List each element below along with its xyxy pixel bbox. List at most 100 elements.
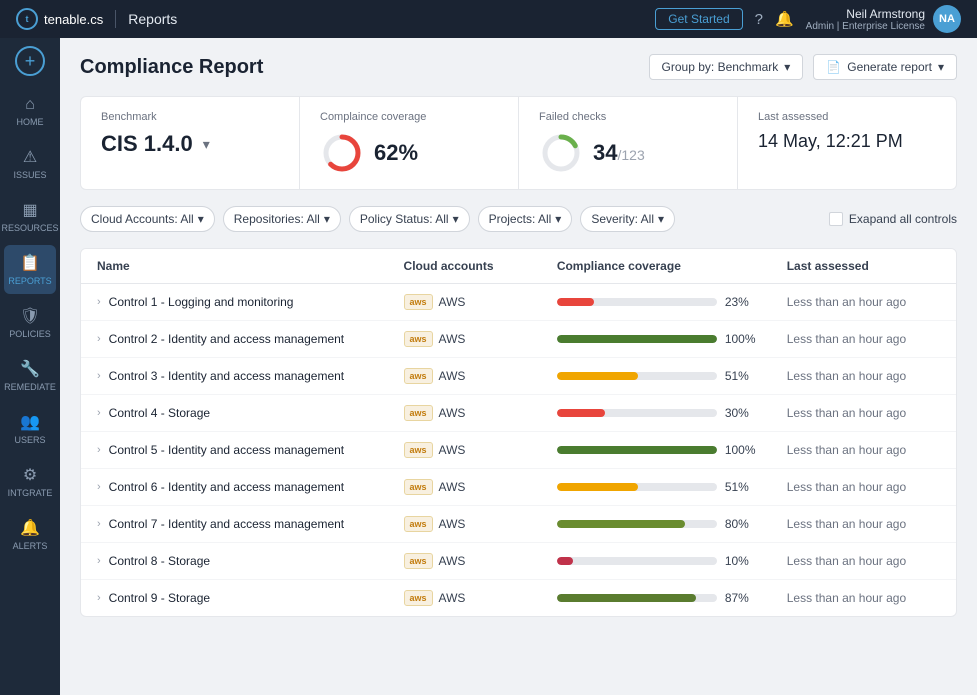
filter-policy-status-label: Policy Status: All xyxy=(360,212,449,226)
top-nav: t tenable.cs Reports Get Started ? 🔔 Nei… xyxy=(0,0,977,38)
chevron-right-icon[interactable]: › xyxy=(97,592,101,604)
table-row: › Control 4 - Storage aws AWS 30% Less t… xyxy=(81,395,956,432)
cloud-name: AWS xyxy=(439,554,466,568)
progress-bar-bg xyxy=(557,298,717,306)
sidebar-add-button[interactable]: + xyxy=(15,46,45,76)
table-row: › Control 1 - Logging and monitoring aws… xyxy=(81,284,956,321)
sidebar-item-issues[interactable]: ⚠ ISSUES xyxy=(4,139,56,188)
progress-bar-bg xyxy=(557,594,717,602)
sidebar-label-reports: REPORTS xyxy=(8,276,51,286)
coverage-pct: 30% xyxy=(725,406,759,420)
filter-cloud-accounts[interactable]: Cloud Accounts: All ▾ xyxy=(80,206,215,232)
sidebar-item-remediate[interactable]: 🔧 REMEDIATE xyxy=(4,351,56,400)
aws-badge: aws xyxy=(404,590,433,606)
row-name-cell: › Control 4 - Storage xyxy=(97,406,404,420)
group-by-button[interactable]: Group by: Benchmark ▾ xyxy=(649,54,804,80)
progress-bar-fill xyxy=(557,557,573,565)
sidebar: + ⌂ HOME ⚠ ISSUES ▦ RESOURCES 📋 REPORTS … xyxy=(0,38,60,695)
expand-checkbox[interactable] xyxy=(829,212,843,226)
cloud-cell: aws AWS xyxy=(404,368,557,384)
main-content: Compliance Report Group by: Benchmark ▾ … xyxy=(60,38,977,695)
coverage-pct: 80% xyxy=(725,517,759,531)
chevron-right-icon[interactable]: › xyxy=(97,481,101,493)
filter-policy-status[interactable]: Policy Status: All ▾ xyxy=(349,206,470,232)
chevron-right-icon[interactable]: › xyxy=(97,370,101,382)
group-by-label: Group by: Benchmark xyxy=(662,60,779,74)
user-name: Neil Armstrong xyxy=(806,7,925,21)
chevron-right-icon[interactable]: › xyxy=(97,444,101,456)
sidebar-item-resources[interactable]: ▦ RESOURCES xyxy=(4,192,56,241)
sidebar-item-policies[interactable]: 🛡 POLICIES xyxy=(4,298,56,347)
chevron-right-icon[interactable]: › xyxy=(97,296,101,308)
coverage-cell: 100% xyxy=(557,332,787,346)
remediate-icon: 🔧 xyxy=(20,359,40,379)
aws-badge: aws xyxy=(404,516,433,532)
aws-badge: aws xyxy=(404,405,433,421)
cloud-cell: aws AWS xyxy=(404,553,557,569)
progress-bar-fill xyxy=(557,483,639,491)
sidebar-label-users: USERS xyxy=(14,435,45,445)
sidebar-item-reports[interactable]: 📋 REPORTS xyxy=(4,245,56,294)
sidebar-label-alerts: ALERTS xyxy=(13,541,48,551)
cloud-cell: aws AWS xyxy=(404,294,557,310)
aws-badge: aws xyxy=(404,479,433,495)
benchmark-text: CIS 1.4.0 xyxy=(101,131,193,157)
bell-icon[interactable]: 🔔 xyxy=(775,10,794,28)
reports-icon: 📋 xyxy=(20,253,40,273)
sidebar-item-home[interactable]: ⌂ HOME xyxy=(4,88,56,135)
sidebar-label-home: HOME xyxy=(17,117,44,127)
last-assessed-date: 14 May, 12:21 PM xyxy=(758,131,936,152)
home-icon: ⌂ xyxy=(25,96,35,114)
last-assessed-label: Last assessed xyxy=(758,111,936,123)
control-name: Control 1 - Logging and monitoring xyxy=(109,295,294,309)
row-name-cell: › Control 9 - Storage xyxy=(97,591,404,605)
sidebar-label-resources: RESOURCES xyxy=(2,223,59,233)
progress-bar-bg xyxy=(557,335,717,343)
aws-badge: aws xyxy=(404,553,433,569)
last-assessed-cell: Less than an hour ago xyxy=(787,406,940,420)
aws-badge: aws xyxy=(404,442,433,458)
control-name: Control 5 - Identity and access manageme… xyxy=(109,443,344,457)
filter-severity-label: Severity: All xyxy=(591,212,654,226)
benchmark-dropdown-icon[interactable]: ▾ xyxy=(203,136,210,153)
filter-projects[interactable]: Projects: All ▾ xyxy=(478,206,573,232)
generate-report-button[interactable]: 📄 Generate report ▾ xyxy=(813,54,957,80)
last-assessed-cell: Less than an hour ago xyxy=(787,443,940,457)
chevron-right-icon[interactable]: › xyxy=(97,407,101,419)
logo-icon: t xyxy=(16,8,38,30)
nav-divider xyxy=(115,10,116,28)
help-icon[interactable]: ? xyxy=(755,11,763,28)
table-row: › Control 8 - Storage aws AWS 10% Less t… xyxy=(81,543,956,580)
row-name-cell: › Control 1 - Logging and monitoring xyxy=(97,295,404,309)
chevron-right-icon[interactable]: › xyxy=(97,333,101,345)
progress-bar-fill xyxy=(557,298,594,306)
sidebar-item-users[interactable]: 👥 USERS xyxy=(4,404,56,453)
alerts-icon: 🔔 xyxy=(20,518,40,538)
row-name-cell: › Control 3 - Identity and access manage… xyxy=(97,369,404,383)
chevron-down-icon-6: ▾ xyxy=(555,212,561,226)
coverage-pct: 51% xyxy=(725,480,759,494)
chevron-right-icon[interactable]: › xyxy=(97,555,101,567)
coverage-cell: 30% xyxy=(557,406,787,420)
col-cloud: Cloud accounts xyxy=(404,259,557,273)
coverage-cell: 23% xyxy=(557,295,787,309)
progress-bar-bg xyxy=(557,520,717,528)
nav-right: Get Started ? 🔔 Neil Armstrong Admin | E… xyxy=(655,5,961,33)
sidebar-item-integrate[interactable]: ⚙ INTGRATE xyxy=(4,457,56,506)
filter-severity[interactable]: Severity: All ▾ xyxy=(580,206,675,232)
logo: t tenable.cs xyxy=(16,8,103,30)
get-started-button[interactable]: Get Started xyxy=(655,8,742,30)
app-layout: + ⌂ HOME ⚠ ISSUES ▦ RESOURCES 📋 REPORTS … xyxy=(0,38,977,695)
table-header: Name Cloud accounts Compliance coverage … xyxy=(81,249,956,284)
control-name: Control 2 - Identity and access manageme… xyxy=(109,332,344,346)
document-icon: 📄 xyxy=(826,60,841,74)
sidebar-item-alerts[interactable]: 🔔 ALERTS xyxy=(4,510,56,559)
progress-bar-bg xyxy=(557,409,717,417)
coverage-cell: 80% xyxy=(557,517,787,531)
chevron-right-icon[interactable]: › xyxy=(97,518,101,530)
filter-repositories[interactable]: Repositories: All ▾ xyxy=(223,206,341,232)
last-assessed-cell: Less than an hour ago xyxy=(787,332,940,346)
cloud-name: AWS xyxy=(439,295,466,309)
last-assessed-cell: Less than an hour ago xyxy=(787,369,940,383)
benchmark-value: CIS 1.4.0 ▾ xyxy=(101,131,279,157)
